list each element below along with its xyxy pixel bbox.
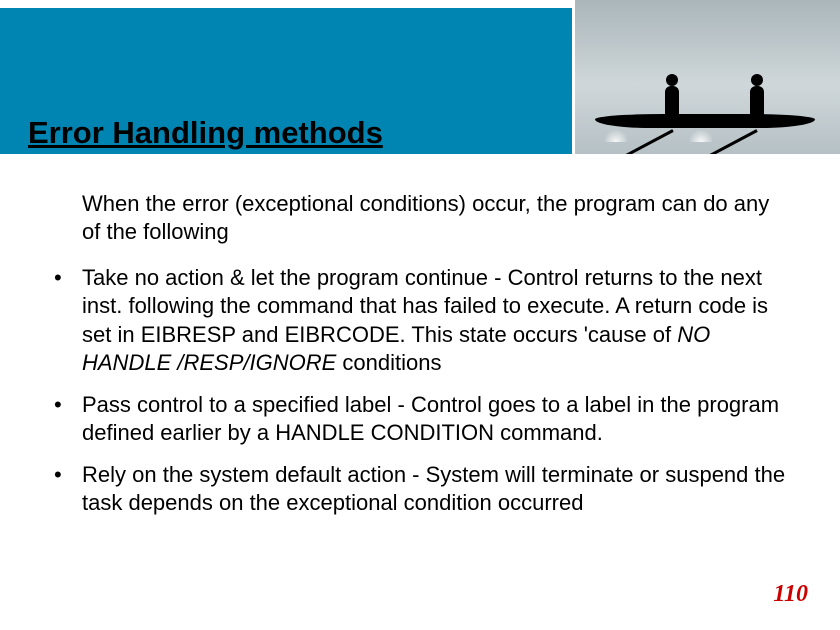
bullet-text: Pass control to a specified label - Cont… (82, 392, 779, 445)
water-splash (605, 128, 627, 142)
list-item: Pass control to a specified label - Cont… (50, 391, 790, 447)
slide: Error Handling methods When the error (e… (0, 0, 840, 630)
rower-silhouette (740, 64, 774, 116)
slide-title: Error Handling methods (28, 115, 383, 151)
oar-silhouette (619, 129, 673, 154)
list-item: Rely on the system default action - Syst… (50, 461, 790, 517)
page-number: 110 (773, 581, 808, 608)
bullet-text: conditions (342, 350, 441, 375)
bullet-text: Take no action & let the program continu… (82, 265, 768, 346)
header-image-rowers (572, 0, 840, 154)
water-splash (690, 128, 712, 142)
intro-paragraph: When the error (exceptional conditions) … (82, 190, 790, 246)
bullet-text: Rely on the system default action - Syst… (82, 462, 785, 515)
bullet-list: Take no action & let the program continu… (50, 264, 790, 517)
boat-silhouette (595, 114, 815, 128)
rower-silhouette (655, 64, 689, 116)
list-item: Take no action & let the program continu… (50, 264, 790, 377)
slide-content: When the error (exceptional conditions) … (50, 190, 790, 532)
